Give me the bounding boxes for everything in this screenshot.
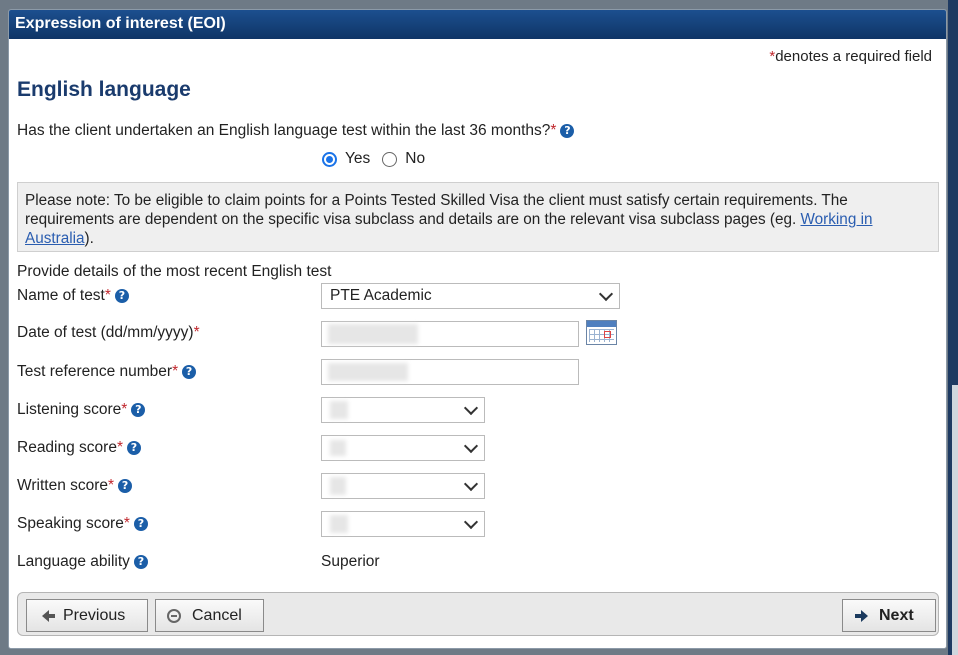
radio-yes-label[interactable]: Yes [345, 150, 370, 168]
help-icon[interactable]: ? [114, 289, 129, 303]
language-ability-value: Superior [321, 553, 380, 570]
calendar-icon[interactable] [586, 320, 617, 345]
reading-label-text: Reading score [17, 439, 117, 456]
eligibility-note: Please note: To be eligible to claim poi… [17, 182, 939, 252]
arrow-right-icon [853, 608, 869, 624]
required-note-text: denotes a required field [775, 48, 932, 65]
required-star: * [123, 515, 130, 532]
written-label: Written score*? [17, 477, 133, 495]
dialog-title: Expression of interest (EOI) [9, 10, 946, 39]
help-icon[interactable]: ? [133, 517, 148, 531]
required-star: * [116, 439, 123, 456]
test-name-label-text: Name of test [17, 287, 105, 304]
english-test-question: Has the client undertaken an English lan… [17, 122, 575, 140]
speaking-label-text: Speaking score [17, 515, 124, 532]
eoi-dialog: Expression of interest (EOI) *denotes a … [8, 9, 947, 649]
previous-label: Previous [63, 607, 126, 624]
radio-no-label[interactable]: No [405, 150, 425, 168]
redacted-value [330, 477, 346, 495]
required-field-note: *denotes a required field [769, 48, 932, 65]
reference-label: Test reference number*? [17, 363, 197, 381]
language-ability-label-text: Language ability [17, 553, 130, 570]
reference-input[interactable] [321, 359, 579, 385]
radio-no[interactable] [382, 151, 398, 167]
test-date-label: Date of test (dd/mm/yyyy)* [17, 324, 200, 342]
written-select[interactable] [321, 473, 485, 499]
english-test-radio-group: Yes No [322, 150, 425, 168]
redacted-value [330, 515, 348, 533]
cancel-label: Cancel [192, 607, 242, 624]
test-name-value: PTE Academic [330, 287, 432, 304]
reading-label: Reading score*? [17, 439, 141, 457]
chevron-down-icon [463, 438, 479, 454]
required-star: * [193, 324, 200, 341]
chevron-down-icon [463, 514, 479, 530]
note-text: Please note: To be eligible to claim poi… [25, 192, 848, 228]
background-panel-light [952, 385, 958, 655]
required-star: * [104, 287, 111, 304]
chevron-down-icon [463, 400, 479, 416]
redacted-value [330, 440, 346, 456]
required-star: * [550, 122, 557, 139]
help-icon[interactable]: ? [127, 441, 141, 455]
arrow-left-icon [37, 608, 55, 624]
test-name-label: Name of test*? [17, 287, 129, 305]
provide-details-label: Provide details of the most recent Engli… [17, 263, 332, 280]
next-button[interactable]: Next [842, 599, 936, 632]
language-ability-label: Language ability? [17, 553, 148, 571]
required-star: * [121, 401, 128, 418]
redacted-value [330, 401, 348, 419]
speaking-label: Speaking score*? [17, 515, 148, 533]
required-star: * [108, 477, 115, 494]
previous-button[interactable]: Previous [26, 599, 148, 632]
cancel-button[interactable]: Cancel [155, 599, 264, 632]
listening-label: Listening score*? [17, 401, 146, 419]
chevron-down-icon [598, 286, 614, 302]
test-date-label-text: Date of test (dd/mm/yyyy) [17, 324, 194, 341]
help-icon[interactable]: ? [560, 124, 575, 138]
help-icon[interactable]: ? [118, 479, 133, 493]
section-title: English language [17, 78, 191, 101]
speaking-select[interactable] [321, 511, 485, 537]
reading-select[interactable] [321, 435, 485, 461]
help-icon[interactable]: ? [133, 555, 148, 569]
listening-label-text: Listening score [17, 401, 122, 418]
required-star: * [172, 363, 179, 380]
redacted-value [328, 363, 408, 381]
written-label-text: Written score [17, 477, 109, 494]
next-label: Next [879, 607, 914, 624]
radio-yes[interactable] [322, 151, 337, 167]
chevron-down-icon [463, 476, 479, 492]
test-date-input[interactable] [321, 321, 579, 347]
cancel-circle-icon [166, 608, 182, 624]
help-icon[interactable]: ? [182, 365, 197, 379]
help-icon[interactable]: ? [131, 403, 146, 417]
test-name-select[interactable]: PTE Academic [321, 283, 620, 309]
note-after: ). [84, 230, 94, 247]
reference-label-text: Test reference number [17, 363, 173, 380]
question-text: Has the client undertaken an English lan… [17, 122, 551, 139]
redacted-value [328, 324, 418, 344]
button-bar: Previous Cancel Next [17, 592, 939, 636]
listening-select[interactable] [321, 397, 485, 423]
